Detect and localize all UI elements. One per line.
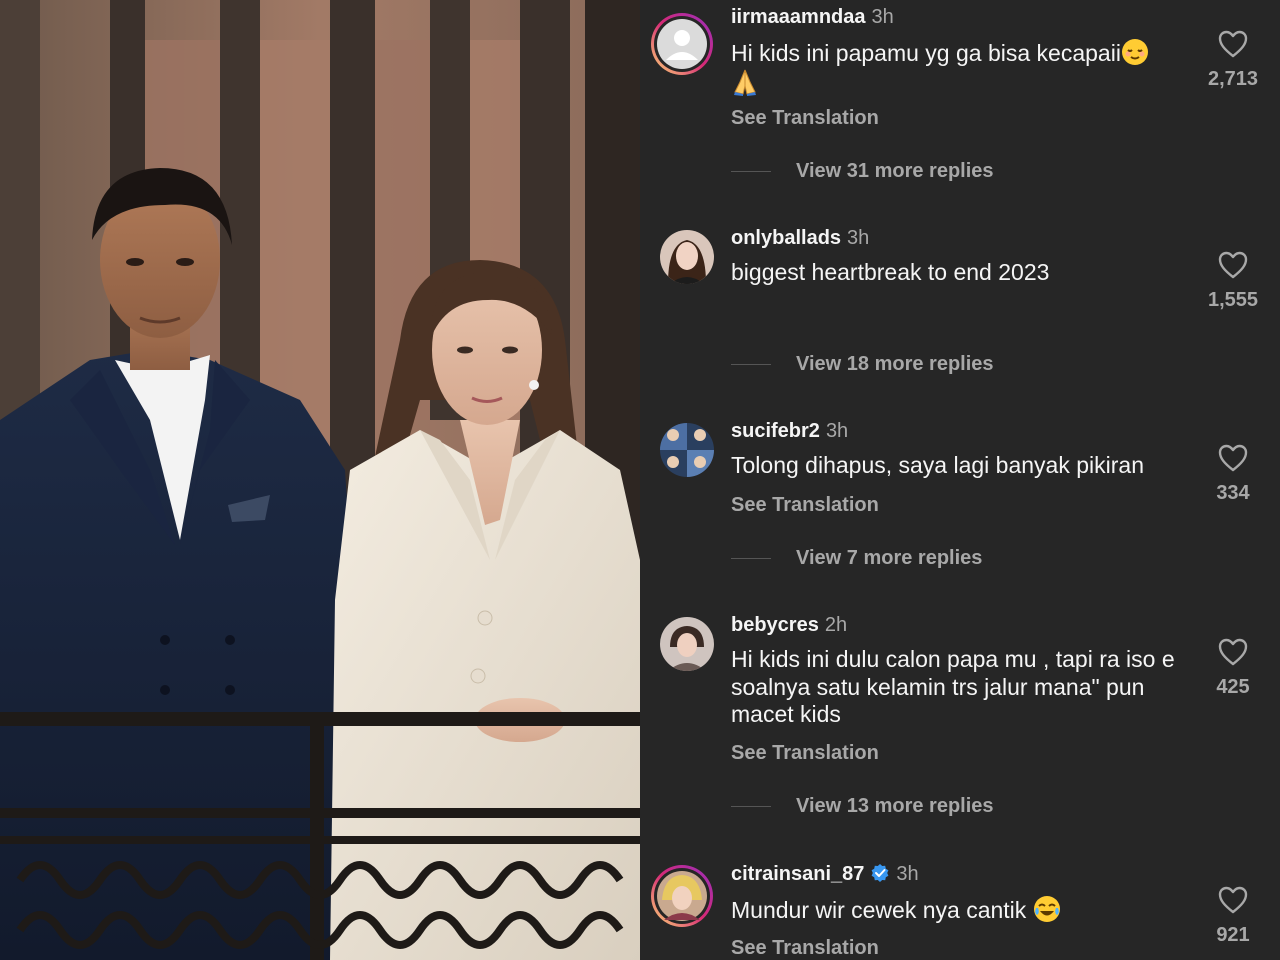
like-button[interactable]: 921	[1210, 886, 1256, 947]
timestamp: 3h	[847, 227, 870, 249]
like-button[interactable]: 2,713	[1208, 30, 1258, 91]
user-photo-icon	[660, 230, 714, 284]
avatar[interactable]	[650, 12, 714, 76]
view-replies-button[interactable]: View 18 more replies	[731, 352, 994, 376]
replies-divider	[731, 170, 771, 172]
like-count: 334	[1216, 482, 1250, 504]
photo-image	[0, 0, 640, 960]
comment-body: Hi kids ini papamu yg ga bisa kecapaii	[731, 40, 1121, 66]
view-replies-button[interactable]: View 31 more replies	[731, 159, 994, 183]
view-replies-label: View 31 more replies	[796, 159, 994, 182]
see-translation-link[interactable]: See Translation	[731, 494, 879, 517]
heart-icon	[1218, 444, 1248, 472]
see-translation-link[interactable]: See Translation	[731, 937, 879, 960]
verified-badge-icon	[872, 864, 889, 882]
avatar[interactable]	[660, 423, 714, 477]
like-button[interactable]: 334	[1210, 444, 1256, 505]
default-avatar-icon	[651, 13, 713, 75]
user-photo-icon	[651, 865, 713, 927]
view-replies-button[interactable]: View 13 more replies	[731, 794, 994, 818]
comment-meta: iirmaaamndaa 3h	[731, 6, 894, 29]
comment-meta: sucifebr2 3h	[731, 420, 848, 443]
timestamp: 3h	[896, 863, 919, 885]
comment-meta: citrainsani_87 3h	[731, 863, 919, 886]
avatar[interactable]	[650, 864, 714, 928]
heart-icon	[1218, 30, 1248, 58]
see-translation-link[interactable]: See Translation	[731, 107, 879, 130]
user-photo-icon	[660, 423, 714, 477]
avatar[interactable]	[660, 230, 714, 284]
folded-hands-emoji	[734, 69, 756, 96]
username[interactable]: onlyballads	[731, 227, 841, 249]
comment-meta: onlyballads 3h	[731, 227, 869, 250]
comment-text: Hi kids ini papamu yg ga bisa kecapaii	[731, 38, 1191, 97]
heart-icon	[1218, 251, 1248, 279]
heart-icon	[1218, 638, 1248, 666]
relieved-face-emoji	[1121, 39, 1148, 65]
comment-text: biggest heartbreak to end 2023	[731, 259, 1050, 285]
like-count: 921	[1216, 924, 1250, 946]
view-replies-label: View 7 more replies	[796, 546, 983, 569]
comment-text: Tolong dihapus, saya lagi banyak pikiran	[731, 452, 1144, 478]
like-count: 425	[1216, 676, 1250, 698]
view-replies-button[interactable]: View 7 more replies	[731, 546, 982, 570]
username[interactable]: bebycres	[731, 614, 819, 636]
timestamp: 3h	[871, 6, 894, 28]
avatar[interactable]	[660, 617, 714, 671]
like-count: 1,555	[1207, 289, 1259, 311]
replies-divider	[731, 557, 771, 559]
timestamp: 3h	[825, 420, 849, 442]
username[interactable]: citrainsani_87	[731, 863, 864, 885]
like-button[interactable]: 1,555	[1208, 251, 1258, 312]
view-replies-label: View 18 more replies	[796, 352, 994, 375]
like-count: 2,713	[1207, 68, 1259, 90]
comment-text: Hi kids ini dulu calon papa mu , tapi ra…	[731, 646, 1175, 727]
username[interactable]: sucifebr2	[731, 420, 820, 442]
see-translation-link[interactable]: See Translation	[731, 742, 879, 765]
timestamp: 2h	[824, 614, 848, 636]
heart-icon	[1218, 886, 1248, 914]
user-photo-icon	[660, 617, 714, 671]
replies-divider	[731, 805, 771, 807]
comment-meta: bebycres 2h	[731, 614, 847, 637]
like-button[interactable]: 425	[1210, 638, 1256, 699]
post-photo[interactable]	[0, 0, 640, 960]
view-replies-label: View 13 more replies	[796, 794, 994, 817]
replies-divider	[731, 363, 771, 365]
tears-of-joy-emoji	[1033, 896, 1060, 922]
comment-text: Mundur wir cewek nya cantik	[731, 895, 1191, 925]
username[interactable]: iirmaaamndaa	[731, 6, 866, 28]
comments-panel: iirmaaamndaa 3h Hi kids ini papamu yg ga …	[640, 0, 1280, 960]
comment-body: Mundur wir cewek nya cantik	[731, 897, 1027, 923]
